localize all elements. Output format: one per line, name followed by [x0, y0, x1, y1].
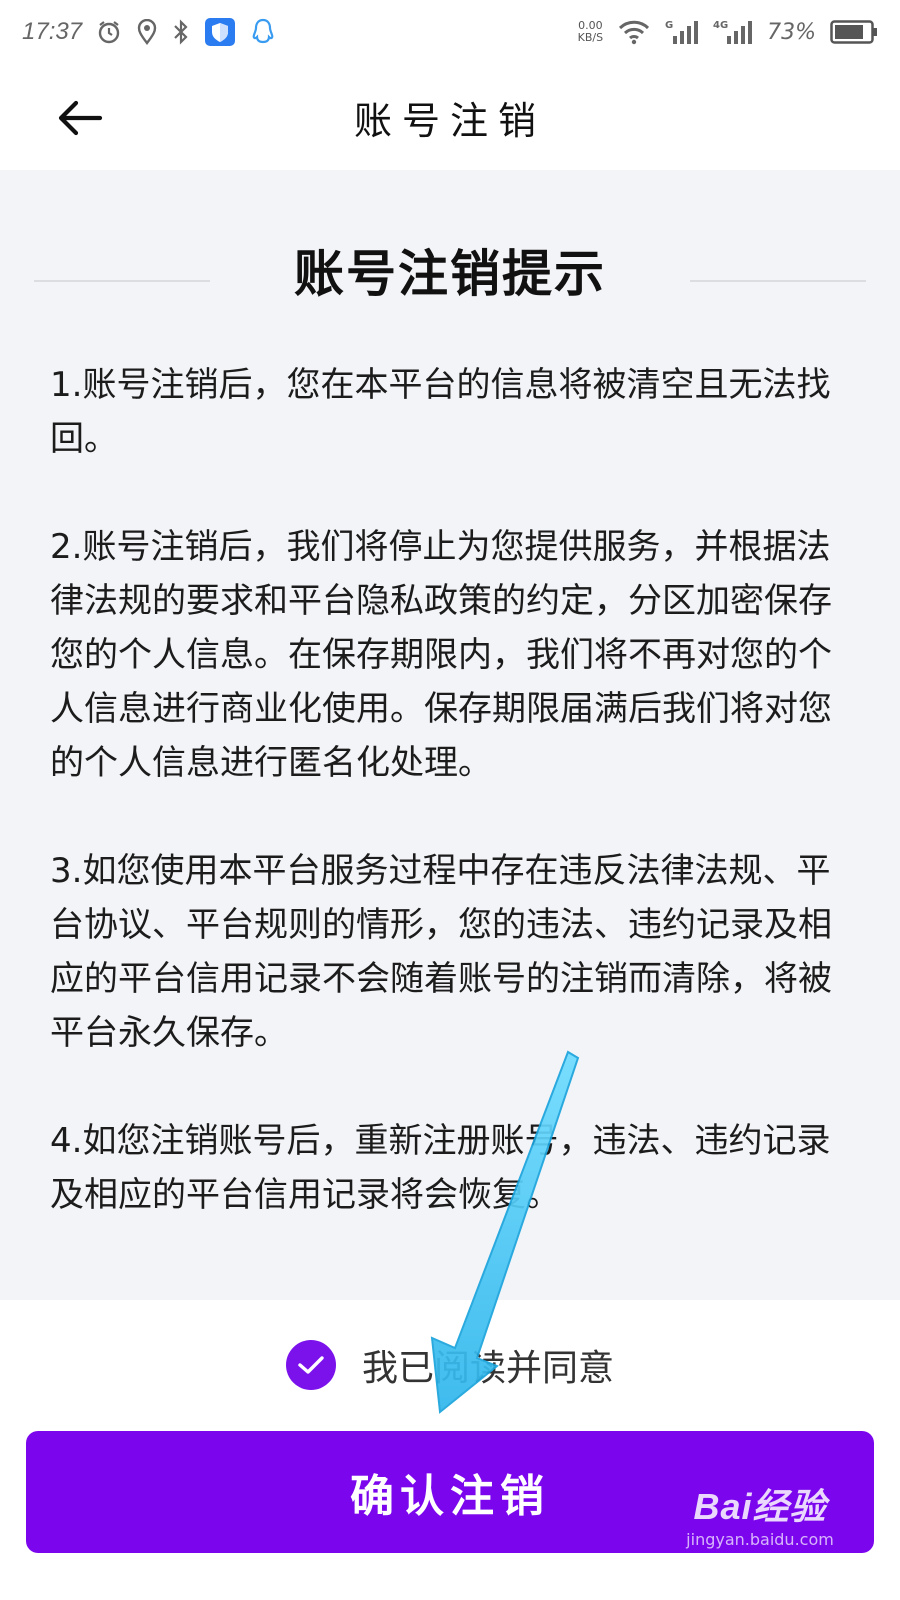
agreement-row[interactable]: 我已阅读并同意	[0, 1330, 900, 1400]
notice-content[interactable]: 账号注销提示 1.账号注销后，您在本平台的信息将被清空且无法找回。 2.账号注销…	[0, 170, 900, 1300]
battery-icon	[830, 19, 878, 45]
notice-title-row: 账号注销提示	[0, 240, 900, 303]
back-button[interactable]	[52, 90, 108, 146]
notice-title: 账号注销提示	[294, 245, 606, 303]
signal-icon-1: G	[665, 18, 699, 46]
notice-body: 1.账号注销后，您在本平台的信息将被清空且无法找回。 2.账号注销后，我们将停止…	[50, 358, 850, 1276]
network-speed: 0.00 KB/S	[578, 20, 603, 44]
alarm-icon	[96, 19, 122, 45]
header: 账号注销	[0, 64, 900, 170]
battery-percent: 73%	[767, 19, 816, 45]
notice-paragraph-4: 4.如您注销账号后，重新注册账号，违法、违约记录及相应的平台信用记录将会恢复。	[50, 1121, 831, 1215]
notice-paragraph-3: 3.如您使用本平台服务过程中存在违反法律法规、平台协议、平台规则的情形，您的违法…	[50, 851, 832, 1053]
status-time: 17:37	[22, 18, 83, 45]
notice-paragraph-2: 2.账号注销后，我们将停止为您提供服务，并根据法律法规的要求和平台隐私政策的约定…	[50, 527, 832, 783]
signal-icon-2: 4G	[713, 18, 753, 46]
bluetooth-icon	[172, 19, 190, 45]
signal-1-label: G	[665, 20, 673, 31]
page-title: 账号注销	[353, 98, 546, 143]
location-icon	[136, 19, 158, 45]
agreement-checkbox[interactable]	[285, 1340, 336, 1390]
notice-paragraph-1: 1.账号注销后，您在本平台的信息将被清空且无法找回。	[50, 365, 831, 459]
agreement-label: 我已阅读并同意	[361, 1348, 614, 1389]
signal-2-label: 4G	[713, 20, 728, 31]
watermark-url: jingyan.baidu.com	[686, 1530, 834, 1549]
status-left: 17:37	[22, 17, 276, 47]
wifi-icon	[617, 19, 651, 45]
network-speed-unit: KB/S	[577, 31, 604, 44]
watermark-brand: Bai经验	[693, 1486, 827, 1527]
status-bar: 17:37 0.00 KB/S G 4G 73%	[0, 0, 900, 64]
shield-icon	[204, 17, 236, 47]
arrow-left-icon	[58, 100, 103, 136]
check-icon	[298, 1356, 324, 1374]
qq-icon	[250, 18, 276, 46]
baidu-watermark: Bai经验 jingyan.baidu.com	[660, 1478, 860, 1568]
status-right: 0.00 KB/S G 4G 73%	[578, 18, 878, 46]
